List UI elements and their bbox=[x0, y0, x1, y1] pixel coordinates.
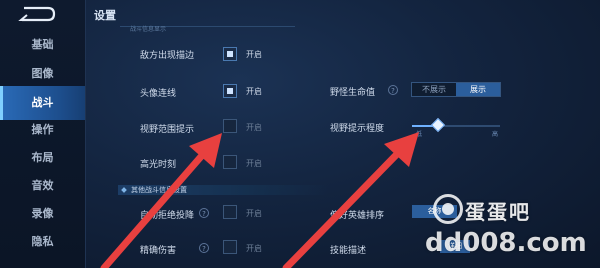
egg-icon bbox=[433, 194, 463, 224]
watermark-top-text: 蛋蛋吧 bbox=[465, 200, 531, 224]
arrow-right bbox=[282, 132, 419, 268]
arrow-left bbox=[100, 133, 222, 268]
watermark-logo: 蛋蛋吧 dd008.com bbox=[425, 190, 600, 268]
settings-page: 基础 图像 战斗 操作 布局 音效 录像 隐私 设置 战斗信息显示 敌方出现描边… bbox=[0, 0, 600, 268]
watermark-bottom-text: dd008.com bbox=[425, 228, 587, 258]
